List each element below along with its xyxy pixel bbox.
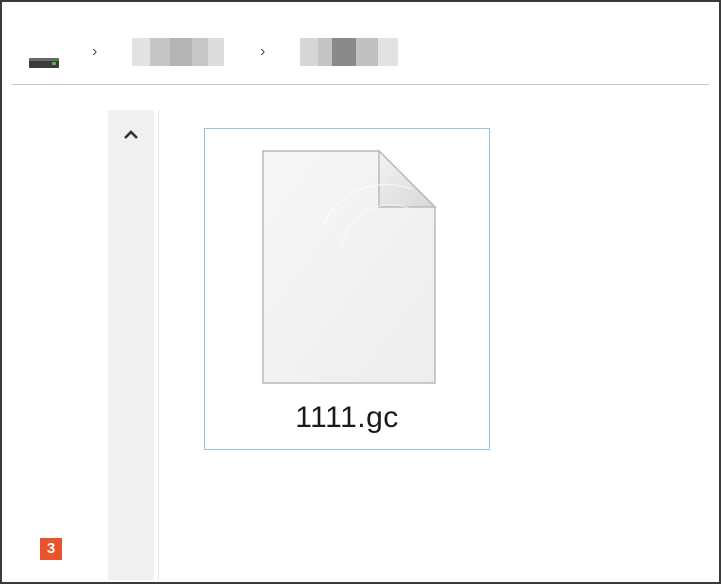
file-item[interactable]: 1111.gc [204, 128, 490, 450]
breadcrumb-separator[interactable]: › [260, 42, 265, 62]
nav-scrollbar[interactable] [108, 110, 154, 580]
breadcrumb-separator[interactable]: › [92, 42, 97, 62]
pane-divider [158, 110, 159, 580]
breadcrumb-item-redacted[interactable] [300, 38, 398, 66]
step-number-badge: 3 [40, 538, 62, 560]
address-bar[interactable]: › › [12, 12, 709, 85]
breadcrumb-item-redacted[interactable] [132, 38, 224, 66]
navigation-pane [12, 96, 112, 576]
chevron-up-icon [124, 130, 138, 139]
blank-document-icon [262, 149, 437, 384]
drive-icon[interactable] [28, 52, 60, 70]
scroll-up-button[interactable] [108, 122, 154, 146]
explorer-window: › › 1111.gc 3 [0, 0, 721, 584]
file-name[interactable]: 1111.gc [205, 401, 489, 435]
